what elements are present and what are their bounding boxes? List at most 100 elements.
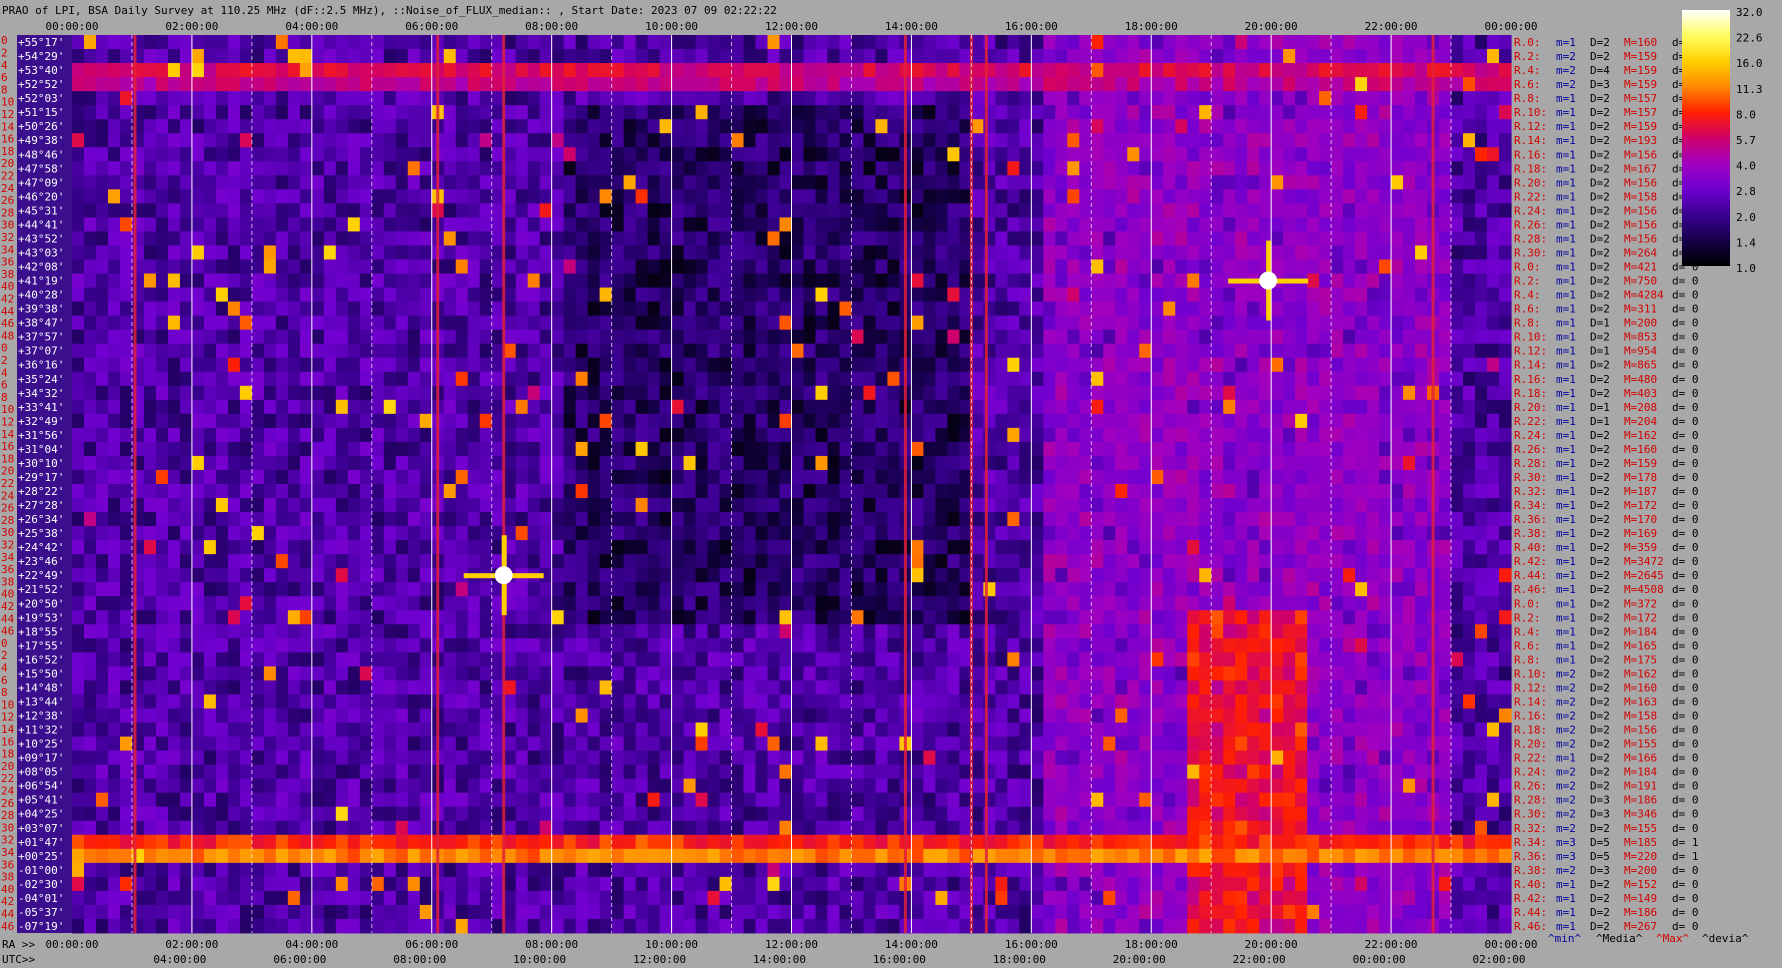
heatmap-cell bbox=[863, 119, 877, 134]
heatmap-cell bbox=[335, 105, 349, 120]
heatmap-cell bbox=[1079, 469, 1092, 485]
heatmap-cell bbox=[1187, 582, 1200, 597]
heatmap-cell bbox=[923, 399, 936, 415]
heatmap-cell bbox=[539, 455, 553, 471]
heatmap-cell bbox=[875, 245, 889, 260]
heatmap-cell bbox=[215, 273, 229, 288]
heatmap-cell bbox=[611, 245, 625, 260]
heatmap-cell bbox=[215, 498, 229, 513]
heatmap-cell bbox=[1367, 343, 1380, 359]
heatmap-cell bbox=[671, 287, 685, 302]
heatmap-cell bbox=[239, 498, 253, 513]
heatmap-cell bbox=[1487, 273, 1500, 288]
heatmap-cell bbox=[527, 329, 541, 345]
heatmap-cell bbox=[1067, 105, 1080, 120]
heatmap-cell bbox=[539, 147, 553, 162]
heatmap-cell bbox=[551, 610, 565, 625]
heatmap-cell bbox=[887, 596, 901, 611]
heatmap-cell bbox=[1499, 329, 1512, 345]
heatmap-cell bbox=[1295, 245, 1308, 260]
heatmap-cell bbox=[419, 343, 433, 359]
heatmap-cell bbox=[839, 427, 853, 443]
heatmap-cell bbox=[947, 329, 960, 345]
heatmap-cell bbox=[635, 301, 649, 317]
heatmap-cell bbox=[803, 91, 817, 106]
heatmap-cell bbox=[1367, 49, 1380, 64]
heatmap-cell bbox=[1271, 512, 1284, 527]
heatmap-cell bbox=[119, 413, 133, 429]
heatmap-cell bbox=[887, 441, 901, 457]
heatmap-cell bbox=[119, 35, 133, 50]
heatmap-cell bbox=[191, 427, 205, 443]
heatmap-cell bbox=[455, 259, 469, 274]
heatmap-cell bbox=[635, 526, 649, 541]
heatmap-cell bbox=[83, 287, 97, 302]
heatmap-cell bbox=[1391, 385, 1404, 401]
heatmap-cell bbox=[1415, 35, 1428, 50]
heatmap-cell bbox=[179, 498, 193, 513]
heatmap-cell bbox=[707, 427, 721, 443]
heatmap-cell bbox=[911, 413, 925, 429]
heatmap-cell bbox=[179, 554, 193, 569]
heatmap-cell bbox=[383, 469, 397, 485]
heatmap-cell bbox=[863, 231, 877, 246]
heatmap-cell bbox=[179, 49, 193, 64]
heatmap-cell bbox=[287, 540, 301, 555]
heatmap-cell bbox=[443, 301, 457, 317]
heatmap-cell bbox=[1103, 484, 1116, 499]
heatmap-cell bbox=[647, 427, 661, 443]
heatmap-cell bbox=[203, 554, 217, 569]
heatmap-cell bbox=[227, 35, 241, 50]
heatmap-cell bbox=[767, 484, 781, 499]
heatmap-cell bbox=[911, 301, 925, 317]
heatmap-cell bbox=[1055, 385, 1068, 401]
heatmap-cell bbox=[935, 554, 948, 569]
heatmap-cell bbox=[935, 63, 948, 78]
heatmap-cell bbox=[1403, 498, 1416, 513]
heatmap-cell bbox=[155, 77, 169, 92]
heatmap-cell bbox=[95, 399, 109, 415]
heatmap-cell bbox=[263, 399, 277, 415]
heatmap-cell bbox=[815, 371, 829, 387]
heatmap-cell bbox=[1259, 329, 1272, 345]
heatmap-cell bbox=[635, 77, 649, 92]
heatmap-cell bbox=[1415, 217, 1428, 232]
heatmap-cell bbox=[887, 413, 901, 429]
heatmap-cell bbox=[743, 329, 757, 345]
heatmap-cell bbox=[1247, 427, 1260, 443]
heatmap-cell bbox=[503, 231, 517, 246]
heatmap-cell bbox=[407, 343, 421, 359]
heatmap-cell bbox=[1043, 273, 1056, 288]
heatmap-cell bbox=[1319, 329, 1332, 345]
heatmap-cell bbox=[1175, 455, 1188, 471]
heatmap-cell bbox=[287, 371, 301, 387]
heatmap-cell bbox=[599, 133, 613, 148]
heatmap-cell bbox=[263, 63, 277, 78]
heatmap-cell bbox=[539, 287, 553, 302]
heatmap-cell bbox=[743, 63, 757, 78]
heatmap-cell bbox=[1187, 413, 1200, 429]
heatmap-cell bbox=[755, 554, 769, 569]
heatmap-cell bbox=[95, 245, 109, 260]
heatmap-cell bbox=[1379, 231, 1392, 246]
heatmap-cell bbox=[587, 217, 601, 232]
heatmap-cell bbox=[1379, 259, 1392, 274]
heatmap-cell bbox=[323, 526, 337, 541]
heatmap-cell bbox=[1331, 596, 1344, 611]
heatmap-cell bbox=[911, 329, 925, 345]
heatmap-cell bbox=[1391, 231, 1404, 246]
heatmap-cell bbox=[935, 105, 948, 120]
heatmap-cell bbox=[347, 526, 361, 541]
heatmap-cell bbox=[563, 161, 577, 176]
heatmap-cell bbox=[83, 357, 97, 373]
heatmap-cell bbox=[287, 357, 301, 373]
heatmap-cell bbox=[1415, 49, 1428, 64]
heatmap-cell bbox=[863, 175, 877, 190]
heatmap-cell bbox=[1403, 526, 1416, 541]
heatmap-cell bbox=[515, 512, 529, 527]
heatmap-cell bbox=[539, 245, 553, 260]
heatmap-cell bbox=[419, 203, 433, 218]
heatmap-cell bbox=[1343, 301, 1356, 317]
heatmap-cell bbox=[215, 512, 229, 527]
heatmap-cell bbox=[1259, 189, 1272, 204]
